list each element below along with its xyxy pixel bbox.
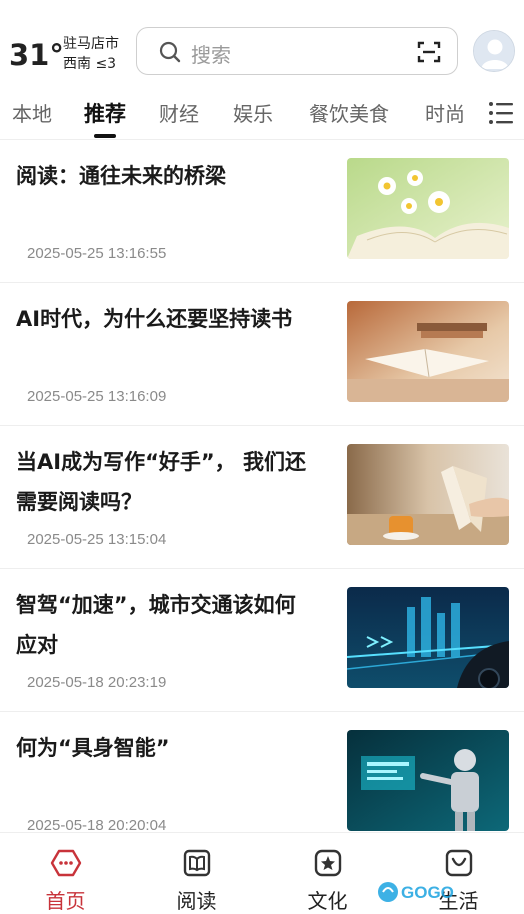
nav-label: 首页 xyxy=(45,889,86,913)
news-title[interactable]: 智驾“加速”，城市交通该如何应对 xyxy=(16,585,316,665)
location-info[interactable]: 驻马店市 西南 ≤3 xyxy=(63,34,119,74)
news-thumbnail[interactable] xyxy=(347,158,509,259)
svg-text:GOGO: GOGO xyxy=(401,883,454,902)
book-icon xyxy=(183,849,210,877)
nav-home[interactable]: 首页 xyxy=(0,833,131,914)
news-card[interactable]: 阅读：通往未来的桥梁 2025-05-25 13:16:55 xyxy=(0,140,524,283)
news-thumbnail[interactable] xyxy=(347,587,509,688)
news-card[interactable]: 当AI成为写作“好手”， 我们还需要阅读吗？ 2025-05-25 13:15:… xyxy=(0,426,524,569)
news-time: 2025-05-18 20:20:04 xyxy=(27,817,167,832)
news-feed[interactable]: 阅读：通往未来的桥梁 2025-05-25 13:16:55 AI时代，为什么还… xyxy=(0,140,524,832)
nav-label: 文化 xyxy=(307,889,348,913)
tab-fashion[interactable]: 时尚 xyxy=(425,98,465,127)
tab-local[interactable]: 本地 xyxy=(12,98,52,127)
news-title[interactable]: AI时代，为什么还要坚持读书 xyxy=(16,299,316,339)
tab-finance[interactable]: 财经 xyxy=(159,98,199,127)
tab-food[interactable]: 餐饮美食 xyxy=(309,98,389,127)
category-tabs: 本地 推荐 财经 娱乐 餐饮美食 时尚 xyxy=(0,92,524,140)
news-title[interactable]: 当AI成为写作“好手”， 我们还需要阅读吗？ xyxy=(16,442,316,522)
active-tab-indicator xyxy=(94,134,116,138)
home-icon xyxy=(50,849,81,877)
user-avatar-icon xyxy=(474,31,514,71)
robot-image xyxy=(347,730,509,831)
star-icon xyxy=(314,849,341,877)
search-bar[interactable]: 搜索 xyxy=(136,27,458,75)
nav-label: 阅读 xyxy=(176,889,217,913)
news-time: 2025-05-25 13:16:55 xyxy=(27,245,167,262)
search-icon xyxy=(159,41,181,63)
news-title[interactable]: 阅读：通往未来的桥梁 xyxy=(16,156,316,196)
smart-driving-image xyxy=(347,587,509,688)
nav-culture[interactable]: 文化 xyxy=(262,833,393,914)
news-thumbnail[interactable] xyxy=(347,444,509,545)
tab-menu-icon[interactable] xyxy=(488,100,514,126)
reading-coffee-image xyxy=(347,444,509,545)
tab-entertainment[interactable]: 娱乐 xyxy=(233,98,273,127)
scan-icon[interactable] xyxy=(417,40,441,64)
watermark-logo: GOGO xyxy=(378,882,454,902)
tab-recommended[interactable]: 推荐 xyxy=(84,98,126,128)
news-time: 2025-05-25 13:16:09 xyxy=(27,388,167,405)
news-thumbnail[interactable] xyxy=(347,730,509,831)
temperature: 31° xyxy=(9,38,64,72)
news-card[interactable]: 何为“具身智能” 2025-05-18 20:20:04 xyxy=(0,712,524,832)
city-name: 驻马店市 xyxy=(63,36,119,52)
book-daisies-image xyxy=(347,158,509,259)
avatar[interactable] xyxy=(473,30,515,72)
wind-info: 西南 ≤3 xyxy=(63,56,117,72)
app-screen: 31° 驻马店市 西南 ≤3 搜索 本地 推荐 财经 娱乐 餐饮美食 时尚 阅读… xyxy=(0,0,524,914)
news-time: 2025-05-18 20:23:19 xyxy=(27,674,167,691)
news-card[interactable]: AI时代，为什么还要坚持读书 2025-05-25 13:16:09 xyxy=(0,283,524,426)
search-input[interactable]: 搜索 xyxy=(191,39,231,68)
news-card[interactable]: 智驾“加速”，城市交通该如何应对 2025-05-18 20:23:19 xyxy=(0,569,524,712)
news-title[interactable]: 何为“具身智能” xyxy=(16,728,316,768)
open-book-image xyxy=(347,301,509,402)
news-thumbnail[interactable] xyxy=(347,301,509,402)
header: 31° 驻马店市 西南 ≤3 搜索 xyxy=(0,0,524,92)
news-time: 2025-05-25 13:15:04 xyxy=(27,531,167,548)
nav-reading[interactable]: 阅读 xyxy=(131,833,262,914)
bag-icon xyxy=(445,849,472,877)
